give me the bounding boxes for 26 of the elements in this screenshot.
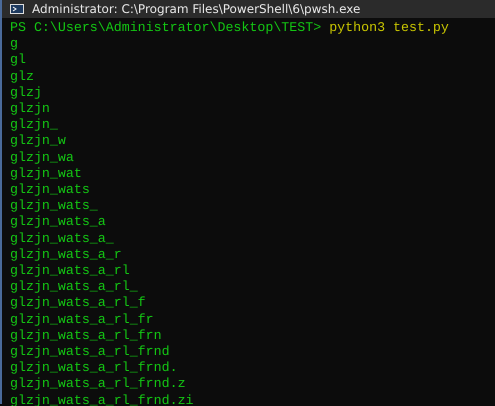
output-line: glz <box>10 68 34 84</box>
output-line: glzjn_wats_a_r <box>10 246 122 262</box>
output-line: glzjn_wats <box>10 182 90 198</box>
output-line: glzjn_wats_a <box>10 214 106 230</box>
output-line: glzjn_wats_a_rl <box>10 263 130 278</box>
output-line: g <box>10 36 18 52</box>
output-line: glzjn_wats_a_rl_fr <box>10 312 154 327</box>
output-line: glzjn_wats_a_rl_frn <box>10 328 162 343</box>
output-line: glzjn <box>10 101 50 116</box>
output-line: glzjn_wats_a_rl_frnd. <box>10 360 178 376</box>
output-line: glzjn_wa <box>10 150 74 165</box>
output-line: glzjn_w <box>10 133 66 148</box>
terminal-icon <box>10 4 24 14</box>
output-line: glzjn_wat <box>10 166 82 181</box>
output-line: glzjn_wats_a_rl_ <box>10 279 138 294</box>
output-line: glzjn_ <box>10 117 58 132</box>
output-line: gl <box>10 52 26 68</box>
output-line: glzjn_wats_a_rl_frnd <box>10 344 170 360</box>
output-line: glzjn_wats_a_rl_frnd.z <box>10 376 186 392</box>
output-line: glzjn_wats_a_rl_f <box>10 295 146 310</box>
output-line: glzjn_wats_ <box>10 198 98 214</box>
window-title: Administrator: C:\Program Files\PowerShell\6\pwsh.exe <box>32 2 360 16</box>
command-text: python3 test.py <box>329 20 449 35</box>
output-line: glzjn_wats_a_ <box>10 230 114 246</box>
output-line: glzj <box>10 84 42 100</box>
prompt: PS C:\Users\Administrator\Desktop\TEST> <box>10 20 322 35</box>
